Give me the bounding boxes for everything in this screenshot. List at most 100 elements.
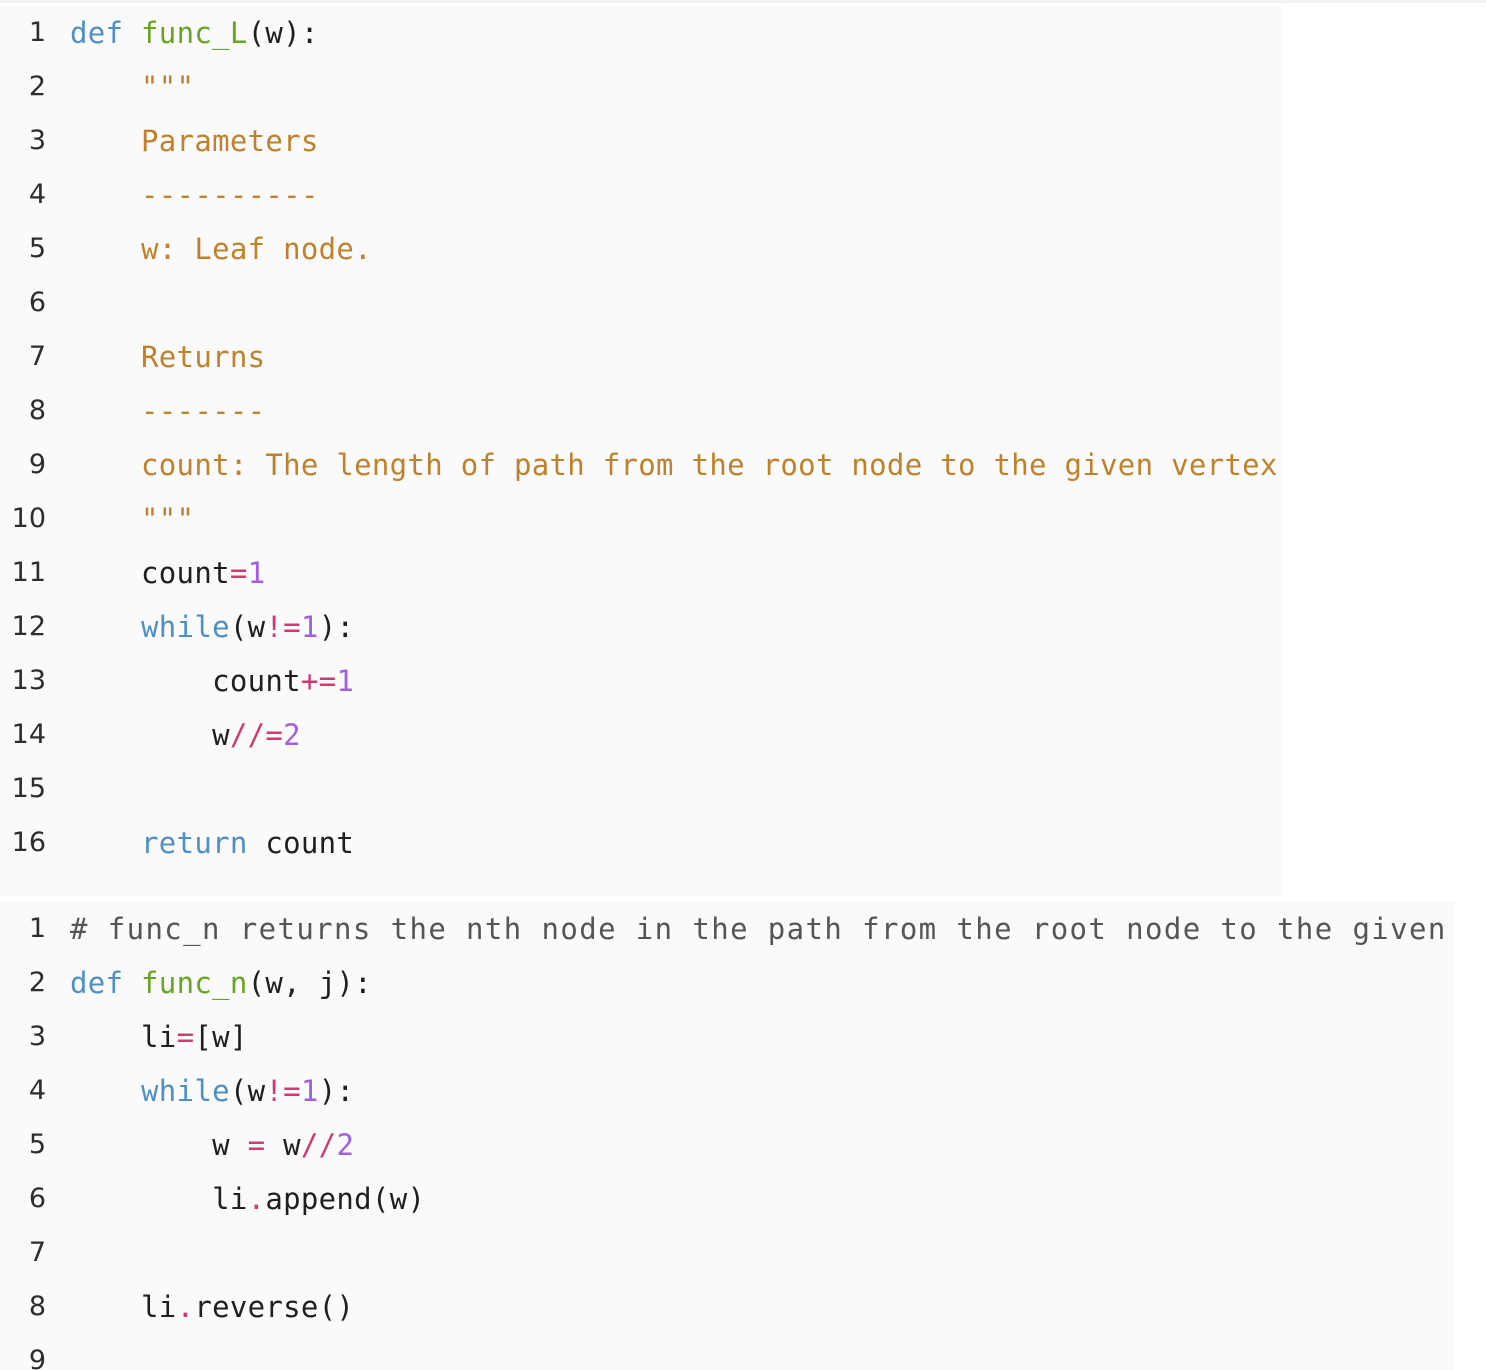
code-token-docstring: -------: [70, 394, 266, 428]
code-text: count+=1: [70, 654, 354, 708]
code-token-punct: ):: [318, 1074, 355, 1108]
code-token-plain: w: [70, 1128, 248, 1162]
code-token-plain: w: [70, 718, 230, 752]
code-token-keyword: def: [70, 966, 124, 1000]
code-token-docstring: """: [70, 502, 195, 536]
code-token-punct: (w):: [247, 16, 319, 50]
code-token-function: func_n: [141, 966, 248, 1000]
code-text: while(w!=1):: [70, 1064, 354, 1118]
code-token-number: 1: [300, 1074, 319, 1108]
code-token-punct: (w: [229, 610, 266, 644]
line-number: 5: [28, 1129, 46, 1160]
code-token-docstring: Parameters: [70, 124, 319, 158]
code-token-plain: append(w): [265, 1182, 426, 1216]
code-text: # func_n returns the nth node in the pat…: [70, 902, 1455, 956]
code-text: Parameters: [70, 114, 319, 168]
code-token-plain: li: [70, 1020, 177, 1054]
code-token-operator: +=: [300, 664, 337, 698]
line-number: 7: [28, 341, 46, 372]
code-token-plain: li: [70, 1290, 177, 1324]
line-number: 1: [28, 17, 46, 48]
code-token-keyword: return: [141, 826, 248, 860]
code-text: w: Leaf node.: [70, 222, 372, 276]
code-token-plain: reverse(): [194, 1290, 355, 1324]
code-text: li=[w]: [70, 1010, 248, 1064]
code-token-plain: count: [247, 826, 355, 860]
code-text: w//=2: [70, 708, 301, 762]
code-token-docstring: count: The length of path from the root …: [70, 448, 1282, 482]
line-number: 9: [28, 449, 46, 480]
code-token-keyword: while: [141, 1074, 230, 1108]
code-token-punct: (w: [229, 1074, 266, 1108]
code-text: li.append(w): [70, 1172, 425, 1226]
code-token-docstring: Returns: [70, 340, 266, 374]
top-border: [0, 0, 1486, 3]
code-text: return count: [70, 816, 354, 870]
code-token-punct: [w]: [194, 1020, 248, 1054]
code-text: w = w//2: [70, 1118, 354, 1172]
code-token-number: 1: [336, 664, 355, 698]
code-block-func-n: 1 # func_n returns the nth node in the pa…: [0, 902, 1455, 1370]
code-token-number: 2: [283, 718, 301, 752]
code-text: ----------: [70, 168, 319, 222]
line-number: 3: [28, 1021, 46, 1052]
code-token-plain: count: [70, 664, 301, 698]
code-token-operator: =: [247, 1128, 266, 1162]
line-number: 14: [11, 719, 46, 750]
code-token-docstring: """: [70, 70, 195, 104]
code-token-number: 2: [336, 1128, 355, 1162]
line-number: 6: [28, 1183, 46, 1214]
code-token-plain: li: [70, 1182, 248, 1216]
code-token-number: 1: [300, 610, 319, 644]
code-text: def func_L(w):: [70, 6, 319, 60]
code-text: count: The length of path from the root …: [70, 438, 1282, 492]
line-number: 4: [28, 179, 46, 210]
line-number: 8: [28, 395, 46, 426]
code-token-operator: =: [176, 1020, 195, 1054]
code-text: """: [70, 492, 194, 546]
line-number: 9: [28, 1345, 46, 1370]
line-number: 13: [11, 665, 46, 696]
line-number: 7: [28, 1237, 46, 1268]
line-number: 2: [28, 71, 46, 102]
line-number: 3: [28, 125, 46, 156]
code-token-operator: !=: [265, 610, 301, 644]
code-token-punct: (w, j):: [247, 966, 372, 1000]
code-token-operator: .: [176, 1290, 195, 1324]
code-token-keyword: while: [141, 610, 230, 644]
code-token-operator: //=: [229, 718, 284, 752]
code-text: """: [70, 60, 194, 114]
line-number: 10: [11, 503, 46, 534]
line-number: 11: [11, 557, 46, 588]
code-token-plain: w: [265, 1128, 301, 1162]
code-text: Returns: [70, 330, 265, 384]
code-token-docstring: w: Leaf node.: [70, 232, 372, 266]
code-token-operator: !=: [265, 1074, 301, 1108]
code-token-punct: ):: [318, 610, 355, 644]
line-number: 6: [28, 287, 46, 318]
code-text: count=1: [70, 546, 265, 600]
line-number: 12: [11, 611, 46, 642]
code-token-function: func_L: [141, 16, 248, 50]
code-token-plain: count: [70, 556, 230, 590]
line-number: 8: [28, 1291, 46, 1322]
code-token-comment: # func_n returns the nth node in the pat…: [70, 912, 1455, 946]
code-token-number: 1: [247, 556, 266, 590]
line-number: 1: [28, 913, 46, 944]
line-number: 2: [28, 967, 46, 998]
line-number: 16: [11, 827, 46, 858]
code-block-func-L: 1 def func_L(w): 2 """ 3 Parameters 4 ------…: [0, 6, 1282, 896]
code-token-operator: =: [229, 556, 248, 590]
code-text: while(w!=1):: [70, 600, 354, 654]
code-text: def func_n(w, j):: [70, 956, 372, 1010]
line-number: 15: [11, 773, 46, 804]
code-token-keyword: def: [70, 16, 124, 50]
code-text: li.reverse(): [70, 1280, 354, 1334]
code-token-operator: //: [300, 1128, 337, 1162]
code-token-docstring: ----------: [70, 178, 319, 212]
